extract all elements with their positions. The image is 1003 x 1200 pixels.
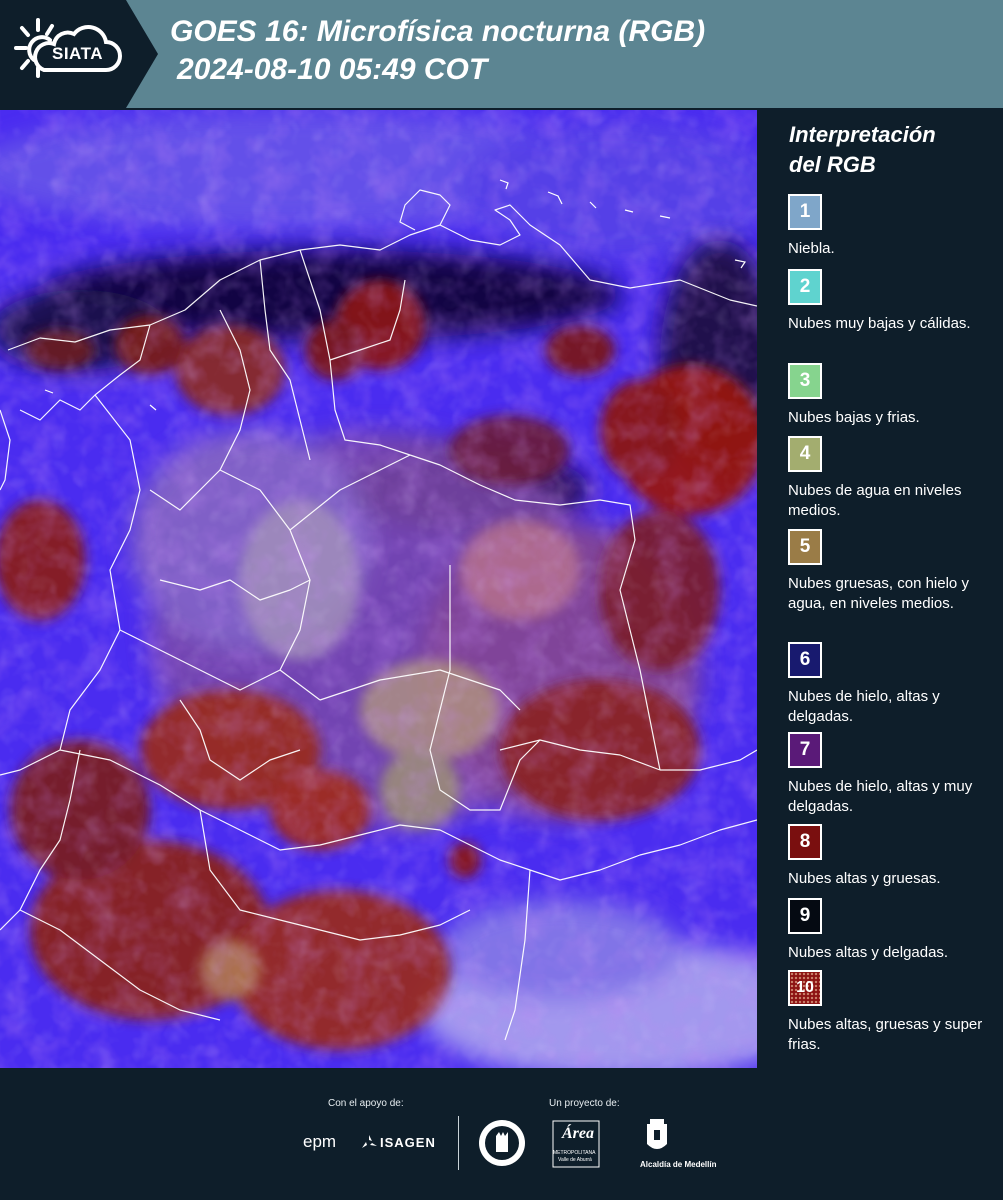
legend-item-nubes-bajas: 3 Nubes bajas y frias. [788, 363, 988, 428]
legend-label: Nubes muy bajas y cálidas. [788, 315, 971, 332]
legend-item-super-frias: 10 Nubes altas, gruesas y super frias. [788, 970, 988, 1055]
legend-swatch: 6 [788, 642, 822, 678]
isagen-logo-icon [362, 1135, 377, 1148]
legend-item-hielo-muy-delgadas: 7 Nubes de hielo, altas y muy delgadas. [788, 732, 988, 817]
page-title: GOES 16: Microfísica nocturna (RGB) [170, 15, 706, 48]
legend-panel: Interpretación del RGB 1 Niebla. 2 Nubes… [762, 110, 1003, 1068]
footer: Con el apoyo de: Un proyecto de: epm ISA… [0, 1070, 1003, 1200]
legend-swatch: 10 [788, 970, 822, 1006]
legend-item-nubes-gruesas: 5 Nubes gruesas, con hielo y agua, en ni… [788, 529, 988, 614]
logo-text: SIATA [52, 44, 103, 63]
legend-title: Interpretación del RGB [789, 120, 989, 180]
page-timestamp: 2024-08-10 05:49 COT [177, 53, 488, 86]
siata-logo: SIATA [0, 0, 158, 108]
legend-label: Nubes altas y delgadas. [788, 944, 949, 961]
epm-logo: epm [303, 1132, 337, 1151]
legend-label: Niebla. [788, 240, 835, 257]
legend-label: Nubes altas y gruesas. [788, 870, 941, 887]
medellin-coat-of-arms-icon [647, 1119, 667, 1149]
gobernacion-seal-icon [479, 1120, 525, 1166]
legend-label: Nubes de hielo, altas y delgadas. [788, 688, 940, 725]
legend-label: Nubes de hielo, altas y muy delgadas. [788, 778, 973, 815]
legend-label: Nubes de agua en niveles medios. [788, 482, 962, 519]
area-logo-sub1: METROPOLITANA [553, 1150, 596, 1156]
legend-title-line1: Interpretación [789, 122, 936, 147]
legend-title-line2: del RGB [789, 152, 876, 177]
alcaldia-logo-text: Alcaldía de Medellín [640, 1160, 717, 1169]
legend-item-niebla: 1 Niebla. [788, 194, 988, 259]
footer-divider [458, 1116, 459, 1170]
legend-swatch: 1 [788, 194, 822, 230]
legend-item-nubes-agua: 4 Nubes de agua en niveles medios. [788, 436, 988, 521]
support-label: Con el apoyo de: [328, 1098, 404, 1109]
legend-item-hielo-delgadas: 6 Nubes de hielo, altas y delgadas. [788, 642, 988, 727]
legend-swatch: 8 [788, 824, 822, 860]
satellite-map[interactable] [0, 110, 757, 1068]
isagen-logo: ISAGEN [380, 1135, 436, 1150]
area-logo-text: Área [562, 1125, 594, 1142]
legend-swatch: 5 [788, 529, 822, 565]
legend-swatch: 4 [788, 436, 822, 472]
project-label: Un proyecto de: [549, 1098, 620, 1109]
header-bar: SIATA GOES 16: Microfísica nocturna (RGB… [0, 0, 1003, 108]
legend-label: Nubes altas, gruesas y super frias. [788, 1016, 983, 1053]
legend-item-nubes-muy-bajas: 2 Nubes muy bajas y cálidas. [788, 269, 988, 334]
legend-swatch: 3 [788, 363, 822, 399]
legend-label: Nubes gruesas, con hielo y agua, en nive… [788, 575, 969, 612]
legend-label: Nubes bajas y frias. [788, 409, 920, 426]
legend-swatch: 9 [788, 898, 822, 934]
legend-item-altas-gruesas: 8 Nubes altas y gruesas. [788, 824, 988, 889]
area-logo-sub2: Valle de Aburrá [558, 1157, 592, 1163]
legend-item-altas-delgadas: 9 Nubes altas y delgadas. [788, 898, 988, 963]
satellite-image [0, 110, 757, 1068]
legend-swatch: 2 [788, 269, 822, 305]
legend-swatch: 7 [788, 732, 822, 768]
